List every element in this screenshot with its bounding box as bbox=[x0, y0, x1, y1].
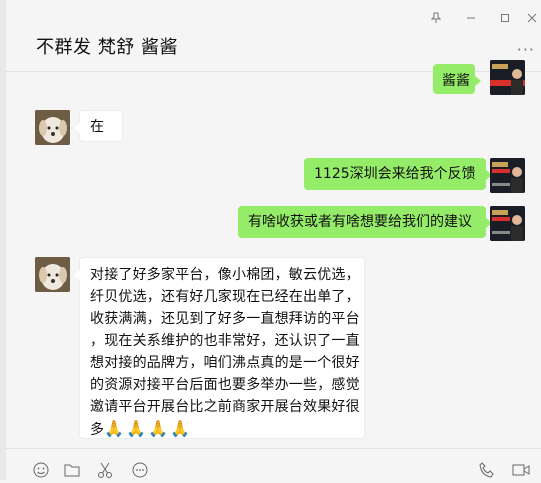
chat-bubble-icon[interactable] bbox=[131, 461, 151, 481]
avatar[interactable] bbox=[35, 110, 70, 145]
video-icon[interactable] bbox=[511, 461, 531, 481]
message-bubble[interactable]: 对接了好多家平台，像小棉团，敏云优选， 纤贝优选，还有好几家现在已经在出单了， … bbox=[74, 257, 365, 439]
pray-emoji-icon: 🙏 bbox=[148, 419, 168, 438]
pin-icon[interactable] bbox=[427, 12, 445, 27]
close-icon[interactable] bbox=[523, 12, 541, 26]
message-text: 对接了好多家平台，像小棉团，敏云优选， 纤贝优选，还有好几家现在已经在出单了， … bbox=[90, 267, 360, 438]
pray-emoji-icon: 🙏 bbox=[126, 419, 147, 438]
message-bubble[interactable]: 酱酱 bbox=[433, 64, 481, 94]
more-icon[interactable]: ··· bbox=[517, 40, 535, 59]
message-text: 有啥收获或者有啥想要给我们的建议 bbox=[248, 214, 472, 230]
composer-toolbar bbox=[6, 448, 541, 481]
message-text: 酱酱 bbox=[442, 73, 470, 89]
message-bubble[interactable]: 在 bbox=[74, 110, 123, 142]
pray-emoji-icon: 🙏 bbox=[169, 419, 190, 438]
avatar[interactable] bbox=[490, 206, 525, 241]
scissors-icon[interactable] bbox=[96, 461, 116, 481]
emoji-icon[interactable] bbox=[32, 461, 52, 481]
folder-icon[interactable] bbox=[63, 461, 83, 481]
phone-icon[interactable] bbox=[478, 461, 498, 481]
avatar[interactable] bbox=[35, 257, 70, 292]
chat-title: 不群发 梵舒 酱酱 bbox=[36, 37, 178, 58]
chat-header: 不群发 梵舒 酱酱 ··· bbox=[6, 0, 541, 72]
message-text: 在 bbox=[90, 119, 104, 135]
avatar[interactable] bbox=[490, 60, 525, 95]
minimize-icon[interactable] bbox=[462, 12, 480, 26]
pray-emoji-icon: 🙏 bbox=[104, 419, 125, 438]
message-bubble[interactable]: 有啥收获或者有啥想要给我们的建议 bbox=[238, 206, 492, 238]
avatar[interactable] bbox=[490, 158, 525, 193]
message-text: 1125深圳会来给我个反馈 bbox=[314, 166, 476, 182]
maximize-icon[interactable] bbox=[496, 12, 514, 26]
message-list: 酱酱 在 1125深圳会来给我个反馈 有啥收获或者有啥想要给我们的建议 对接了好… bbox=[6, 60, 541, 448]
message-bubble[interactable]: 1125深圳会来给我个反馈 bbox=[304, 158, 492, 190]
